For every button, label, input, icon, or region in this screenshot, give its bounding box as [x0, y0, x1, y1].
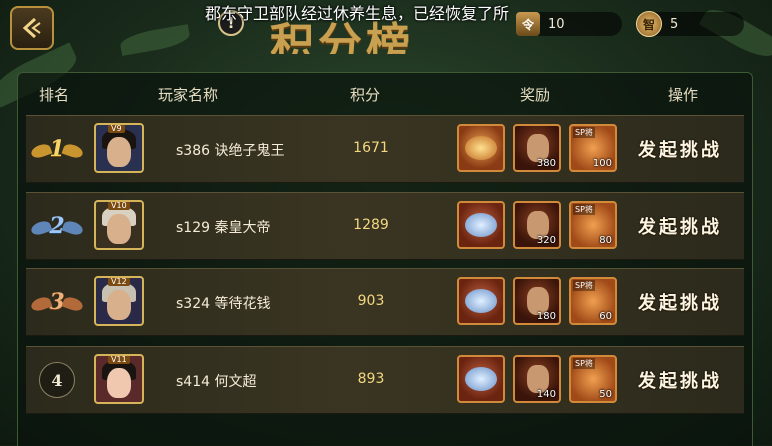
column-score: 积分: [350, 86, 381, 104]
sp-label: SP将: [573, 358, 595, 369]
back-arrow-icon: [22, 17, 41, 39]
player-name: s129 秦皇大帝: [176, 220, 271, 236]
column-player: 玩家名称: [158, 86, 219, 104]
challenge-button[interactable]: 发起挑战: [638, 136, 722, 162]
table-header: 排名 玩家名称 积分 奖励 操作: [17, 72, 751, 114]
vip-badge: V10: [108, 202, 130, 210]
player-score: 1671: [353, 140, 389, 156]
vip-badge: V9: [108, 125, 125, 133]
reward-quantity: 100: [592, 158, 612, 169]
reward-emblem-icon[interactable]: [457, 201, 505, 249]
back-button[interactable]: [10, 6, 54, 50]
sp-label: SP将: [573, 280, 595, 291]
reward-hero-card[interactable]: 140: [513, 355, 561, 403]
avatar[interactable]: V9: [94, 123, 144, 173]
gold-medal-icon: 1: [35, 127, 79, 171]
reward-quantity: 80: [599, 235, 612, 246]
silver-medal-icon: 2: [35, 204, 79, 248]
reward-sp-card[interactable]: SP将 100: [569, 124, 617, 172]
player-score: 1289: [353, 217, 389, 233]
column-rank: 排名: [39, 86, 70, 104]
reward-hero-card[interactable]: 180: [513, 277, 561, 325]
announcement-marquee: 郡东守卫部队经过休养生息，已经恢复了所: [205, 4, 510, 23]
rank-number-badge: 4: [39, 362, 75, 398]
reward-quantity: 380: [536, 158, 556, 169]
resource-counter-tokens: 令 10: [516, 12, 622, 36]
column-reward: 奖励: [520, 86, 551, 104]
reward-emblem-icon[interactable]: [457, 124, 505, 172]
token-icon: 令: [516, 12, 540, 36]
vip-badge: V11: [108, 356, 130, 364]
reward-emblem-icon[interactable]: [457, 277, 505, 325]
player-score: 903: [357, 293, 385, 309]
player-name: s324 等待花钱: [176, 296, 271, 312]
reward-quantity: 180: [536, 311, 556, 322]
player-score: 893: [357, 371, 385, 387]
bronze-medal-icon: 3: [35, 280, 79, 324]
reward-quantity: 320: [536, 235, 556, 246]
column-action: 操作: [668, 86, 699, 104]
rank-cell: 3: [26, 277, 88, 327]
challenge-button[interactable]: 发起挑战: [638, 289, 722, 315]
reward-sp-card[interactable]: SP将 60: [569, 277, 617, 325]
reward-quantity: 60: [599, 311, 612, 322]
sp-label: SP将: [573, 127, 595, 138]
wisdom-icon: 智: [636, 11, 662, 37]
vip-badge: V12: [108, 278, 130, 286]
resource-counter-wisdom: 智 5: [636, 11, 744, 37]
reward-quantity: 50: [599, 389, 612, 400]
rank-cell: 4: [26, 355, 88, 405]
wisdom-count: 5: [670, 16, 679, 32]
sp-label: SP将: [573, 204, 595, 215]
table-row: 4 V11 s414 何文超 893 140 SP将 50 发起挑战: [26, 346, 744, 414]
table-row: 2 V10 s129 秦皇大帝 1289 320 SP将 80 发起挑战: [26, 192, 744, 260]
reward-quantity: 140: [536, 389, 556, 400]
player-name: s414 何文超: [176, 374, 257, 390]
player-name: s386 诀绝子鬼王: [176, 143, 285, 159]
reward-emblem-icon[interactable]: [457, 355, 505, 403]
rank-cell: 2: [26, 201, 88, 251]
challenge-button[interactable]: 发起挑战: [638, 213, 722, 239]
table-row: 3 V12 s324 等待花钱 903 180 SP将 60 发起挑战: [26, 268, 744, 336]
table-row: 1 V9 s386 诀绝子鬼王 1671 380 SP将 100 发起挑战: [26, 115, 744, 183]
challenge-button[interactable]: 发起挑战: [638, 367, 722, 393]
reward-hero-card[interactable]: 320: [513, 201, 561, 249]
reward-sp-card[interactable]: SP将 50: [569, 355, 617, 403]
reward-hero-card[interactable]: 380: [513, 124, 561, 172]
rank-cell: 1: [26, 124, 88, 174]
avatar[interactable]: V11: [94, 354, 144, 404]
reward-sp-card[interactable]: SP将 80: [569, 201, 617, 249]
token-count: 10: [548, 16, 565, 32]
bamboo-leaf-decoration: [118, 24, 192, 56]
avatar[interactable]: V10: [94, 200, 144, 250]
avatar[interactable]: V12: [94, 276, 144, 326]
